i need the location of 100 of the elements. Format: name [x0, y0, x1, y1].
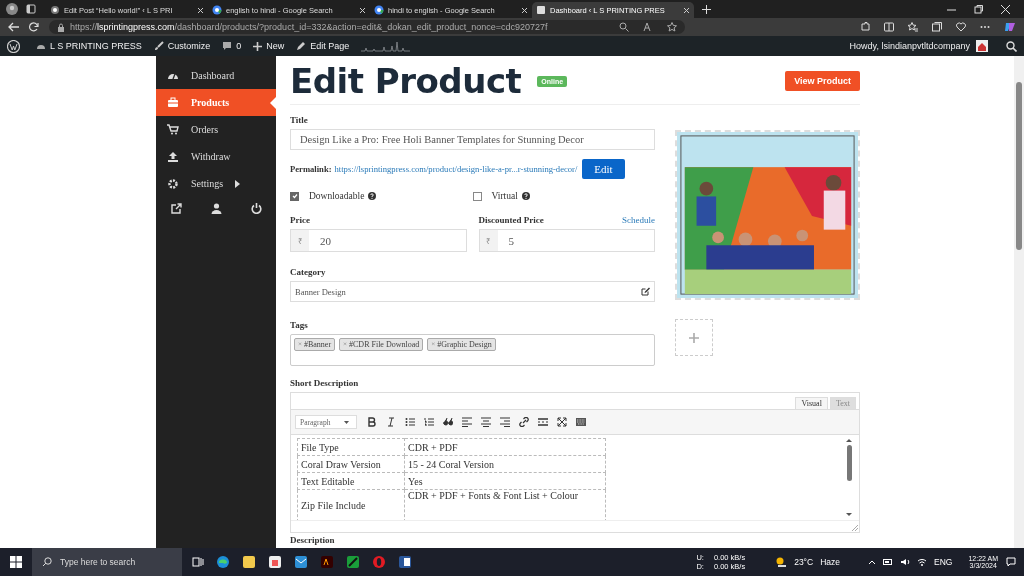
- windows-start-icon[interactable]: [10, 556, 22, 568]
- address-bar[interactable]: https://lsprintingpress.com/dashboard/products/?product_id=332&action=edit&_dokan_edit_product_nonce=cdc920727f: [49, 20, 685, 34]
- table-cell: Zip File Include: [297, 489, 405, 520]
- editor-tab[interactable]: Visual: [795, 397, 828, 409]
- notifications-icon[interactable]: [1006, 557, 1016, 567]
- site-name-link[interactable]: L S PRINTING PRESS: [36, 41, 142, 51]
- permalink-link[interactable]: https://lsprintingpress.com/product/design-like-a-pr...r-stunning-decor/: [334, 164, 578, 174]
- favorite-star-icon[interactable]: [667, 22, 677, 32]
- scroll-down-icon[interactable]: [846, 512, 852, 517]
- collections-icon[interactable]: [932, 22, 942, 32]
- folder-icon[interactable]: [242, 555, 256, 569]
- restore-icon[interactable]: [974, 4, 983, 14]
- sidebar-item[interactable]: Orders: [156, 116, 276, 143]
- wordpress-logo-icon[interactable]: [7, 39, 20, 53]
- back-icon[interactable]: [8, 22, 19, 32]
- price-input[interactable]: ₹ 20: [290, 229, 467, 252]
- help-icon[interactable]: [521, 192, 530, 200]
- close-icon[interactable]: [683, 6, 690, 14]
- keyboard-icon[interactable]: [573, 415, 589, 429]
- favicon-icon: [50, 5, 60, 15]
- opera-icon[interactable]: [372, 555, 386, 569]
- close-icon[interactable]: [521, 6, 528, 14]
- caret-icon: [341, 418, 352, 426]
- field-label: Tags: [290, 320, 309, 330]
- sidebar-item[interactable]: Dashboard: [156, 62, 276, 89]
- temperature-text: 23°C: [794, 557, 814, 567]
- wifi-icon[interactable]: [917, 558, 927, 566]
- store-icon[interactable]: [268, 555, 282, 569]
- comment-icon: [222, 41, 233, 51]
- help-icon[interactable]: [368, 192, 377, 200]
- word-document-icon[interactable]: [398, 555, 412, 569]
- power-icon[interactable]: [250, 203, 262, 214]
- scroll-up-icon[interactable]: [846, 438, 852, 443]
- close-icon[interactable]: [1001, 4, 1010, 14]
- sidebar-item[interactable]: Withdraw: [156, 143, 276, 170]
- close-icon[interactable]: [359, 6, 366, 14]
- heart-pulse-icon[interactable]: [956, 22, 966, 32]
- admin-bar-link[interactable]: New: [253, 41, 285, 51]
- edit-button[interactable]: Edit: [582, 159, 625, 179]
- close-icon[interactable]: [197, 6, 204, 14]
- search-icon[interactable]: [1006, 40, 1017, 52]
- illustrator-icon[interactable]: [320, 555, 334, 569]
- checkbox[interactable]: [472, 191, 482, 201]
- favicon-icon: [374, 5, 384, 15]
- plus-icon: [689, 332, 699, 343]
- blockquote-icon[interactable]: [440, 415, 456, 429]
- category-select[interactable]: Banner Design: [290, 281, 655, 302]
- weather-text: Haze: [820, 557, 840, 567]
- title-input[interactable]: Design Like a Pro: Free Holi Banner Templates for Stunning Decor: [290, 129, 655, 150]
- avatar-icon[interactable]: [976, 40, 988, 52]
- currency-symbol: ₹: [291, 230, 309, 251]
- battery-icon[interactable]: [883, 558, 893, 566]
- admin-bar-link[interactable]: Edit Page: [296, 41, 350, 51]
- user-icon[interactable]: [210, 203, 222, 214]
- checkbox-label: Downloadable: [309, 191, 365, 201]
- extension-icon[interactable]: [860, 22, 870, 32]
- weather-icon: [775, 556, 788, 568]
- external-link-icon[interactable]: [170, 203, 182, 214]
- align-right-icon[interactable]: [497, 415, 513, 429]
- currency-symbol: ₹: [479, 230, 498, 251]
- page-scrollbar[interactable]: [1016, 82, 1022, 250]
- edge-browser-icon[interactable]: [216, 555, 230, 569]
- align-center-icon[interactable]: [478, 415, 494, 429]
- field-label: Price: [290, 215, 310, 225]
- resize-handle-icon[interactable]: [851, 524, 859, 532]
- refresh-icon[interactable]: [29, 22, 39, 32]
- align-left-icon[interactable]: [459, 415, 475, 429]
- read-more-icon[interactable]: [535, 415, 551, 429]
- split-screen-icon[interactable]: [884, 22, 894, 32]
- mail-icon[interactable]: [294, 555, 308, 569]
- favorites-icon[interactable]: [908, 22, 918, 32]
- table-cell: CDR + PDF: [404, 438, 606, 456]
- copilot-icon[interactable]: [1004, 21, 1016, 33]
- chevron-up-icon[interactable]: [868, 559, 876, 565]
- new-tab-icon[interactable]: [702, 4, 711, 14]
- admin-bar-link[interactable]: 0: [222, 41, 242, 51]
- tab-actions-icon[interactable]: [26, 4, 36, 14]
- sidebar-item[interactable]: Products: [156, 89, 276, 116]
- read-aloud-icon[interactable]: [643, 22, 653, 32]
- search-field[interactable]: Type here to search: [32, 548, 182, 576]
- favicon-icon: [536, 5, 546, 15]
- price-input[interactable]: ₹ 5: [478, 229, 655, 252]
- fullscreen-icon[interactable]: [554, 415, 570, 429]
- sidebar-item[interactable]: Settings: [156, 170, 276, 197]
- scrollbar-thumb[interactable]: [846, 445, 852, 481]
- admin-bar-link[interactable]: Customize: [153, 41, 211, 51]
- task-view-icon[interactable]: [192, 556, 204, 568]
- link-icon[interactable]: [516, 415, 532, 429]
- profile-icon[interactable]: [6, 3, 18, 15]
- pen-app-icon[interactable]: [346, 555, 360, 569]
- table-cell: Coral Draw Version: [297, 455, 405, 473]
- checkbox[interactable]: [290, 191, 299, 201]
- checkbox-label: Virtual: [491, 191, 518, 201]
- view-product-button[interactable]: View Product: [785, 71, 860, 91]
- greeting-text: Howdy, lsindianpvtltdcompany: [849, 41, 970, 51]
- language-indicator[interactable]: ENG: [934, 557, 953, 567]
- edit-icon[interactable]: [641, 287, 650, 296]
- zoom-icon[interactable]: [619, 22, 629, 32]
- schedule-link[interactable]: Schedule: [622, 215, 655, 225]
- volume-icon[interactable]: [900, 558, 910, 566]
